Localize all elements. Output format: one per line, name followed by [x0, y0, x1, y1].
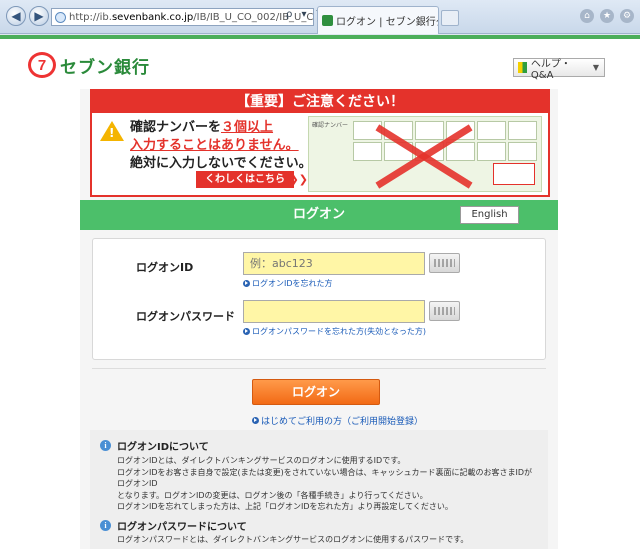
info-line: ログオンパスワードとは、ダイレクトバンキングサービスのログオンに使用するパスワー… — [117, 535, 469, 544]
card-mini-image — [493, 163, 535, 185]
warning-icon: ! — [100, 121, 124, 141]
arrow-left-icon: ◀ — [11, 9, 21, 23]
forgot-password-link[interactable]: ログオンパスワードを忘れた方(失効となった方) — [243, 326, 426, 337]
star-icon[interactable]: ★ — [600, 9, 614, 23]
login-button[interactable]: ログオン — [252, 379, 380, 405]
software-keyboard-icon-2[interactable] — [429, 301, 460, 321]
logon-id-input[interactable] — [243, 252, 425, 275]
browser-toolbar: ◀ ▶ http://ib. sevenbank.co.jp/IB/IB_U_CO… — [0, 0, 640, 34]
logon-password-label: ログオンパスワード — [136, 310, 235, 323]
card-label: 確認ナンバー — [312, 122, 349, 129]
globe-icon — [55, 11, 66, 23]
seven-logo-icon: 7 — [28, 52, 56, 78]
banner-message: 確認ナンバーを３個以上 入力することはありません。 絶対に入力しないでください。 — [130, 119, 312, 173]
url-prefix: http://ib. — [69, 11, 112, 23]
banner-line1-a: 確認ナンバーを — [130, 120, 222, 135]
info-line: となります。ログオンIDの変更は、ログオン後の「各種手続き」より行ってください。 — [117, 490, 428, 500]
banner-line1-b: ３個以上 — [221, 120, 274, 135]
warning-banner: 【重要】ご注意ください！ ! 確認ナンバーを３個以上 入力することはありません。… — [90, 89, 550, 197]
tab-logon[interactable]: ログオン | セブン銀行ダ... × — [317, 6, 439, 34]
login-header-bar: ログオン English — [80, 200, 558, 230]
info-icon: i — [100, 440, 111, 451]
link-arrow-icon-3 — [252, 417, 259, 424]
url-host: sevenbank.co.jp — [111, 11, 194, 23]
forgot-id-link[interactable]: ログオンIDを忘れた方 — [243, 278, 333, 289]
forward-button[interactable]: ▶ — [29, 6, 49, 26]
gear-icon[interactable]: ⚙ — [620, 9, 634, 23]
favicon-icon — [322, 15, 333, 26]
info-line: ログオンIDをお客さま自身で設定(または変更)をされていない場合は、キャッシュカ… — [117, 467, 533, 489]
help-dropdown[interactable]: ヘルプ・Q&A ▼ — [513, 58, 605, 81]
forgot-id-text: ログオンIDを忘れた方 — [252, 279, 333, 288]
login-form: ログオンID ログオンIDを忘れた方 ログオンパスワード ログオンパスワードを忘… — [92, 238, 546, 360]
header-green-line — [0, 35, 640, 39]
software-keyboard-icon[interactable] — [429, 253, 460, 273]
first-time-text: はじめてご利用の方（ご利用開始登録） — [261, 417, 424, 427]
address-bar[interactable]: http://ib. sevenbank.co.jp/IB/IB_U_CO_002… — [51, 8, 314, 26]
tab-title: ログオン | セブン銀行ダ... — [336, 17, 438, 28]
info-line: ログオンIDとは、ダイレクトバンキングサービスのログオンに使用するIDです。 — [117, 456, 406, 465]
logo[interactable]: 7 セブン銀行 — [28, 52, 150, 78]
english-button[interactable]: English — [460, 206, 519, 224]
info-title-id: i ログオンIDについて — [100, 438, 209, 453]
divider — [92, 368, 546, 369]
logo-text: セブン銀行 — [60, 57, 150, 78]
info-title-id-text: ログオンIDについて — [117, 442, 209, 453]
browser-icons: ⌂ ★ ⚙ — [580, 9, 634, 23]
info-body-password: ログオンパスワードとは、ダイレクトバンキングサービスのログオンに使用するパスワー… — [117, 534, 537, 546]
info-panel: i ログオンIDについて ログオンIDとは、ダイレクトバンキングサービスのログオン… — [90, 430, 548, 549]
banner-heading: 【重要】ご注意ください！ — [92, 91, 548, 113]
link-arrow-icon-2 — [243, 328, 250, 335]
banner-line2: 入力することはありません。 — [130, 138, 299, 153]
help-label: ヘルプ・Q&A — [530, 58, 571, 81]
main-container: 【重要】ご注意ください！ ! 確認ナンバーを３個以上 入力することはありません。… — [80, 89, 558, 549]
forgot-password-text: ログオンパスワードを忘れた方(失効となった方) — [252, 327, 426, 336]
first-time-link[interactable]: はじめてご利用の方（ご利用開始登録） — [252, 414, 423, 427]
new-tab-button[interactable] — [441, 10, 459, 26]
page: 7 セブン銀行 ヘルプ・Q&A ▼ 【重要】ご注意ください！ ! 確認ナンバーを… — [0, 35, 640, 549]
info-title-password-text: ログオンパスワードについて — [117, 522, 247, 533]
home-icon[interactable]: ⌂ — [580, 9, 594, 23]
beginner-mark-icon — [518, 62, 527, 73]
info-icon-2: i — [100, 520, 111, 531]
chevron-down-icon: ▼ — [592, 63, 599, 72]
logon-password-input[interactable] — [243, 300, 425, 323]
link-arrow-icon — [243, 280, 250, 287]
info-line: ログオンIDを忘れてしまった方は、上記「ログオンIDを忘れた方」より再設定してく… — [117, 502, 453, 511]
info-body-id: ログオンIDとは、ダイレクトバンキングサービスのログオンに使用するIDです。 ロ… — [117, 455, 537, 513]
arrow-right-icon: ▶ — [34, 9, 44, 23]
back-button[interactable]: ◀ — [6, 6, 26, 26]
info-title-password: i ログオンパスワードについて — [100, 518, 247, 533]
confirmation-card-image: 確認ナンバー — [308, 116, 542, 192]
detail-button[interactable]: くわしくはこちら — [196, 171, 308, 188]
logon-id-label: ログオンID — [136, 261, 194, 274]
